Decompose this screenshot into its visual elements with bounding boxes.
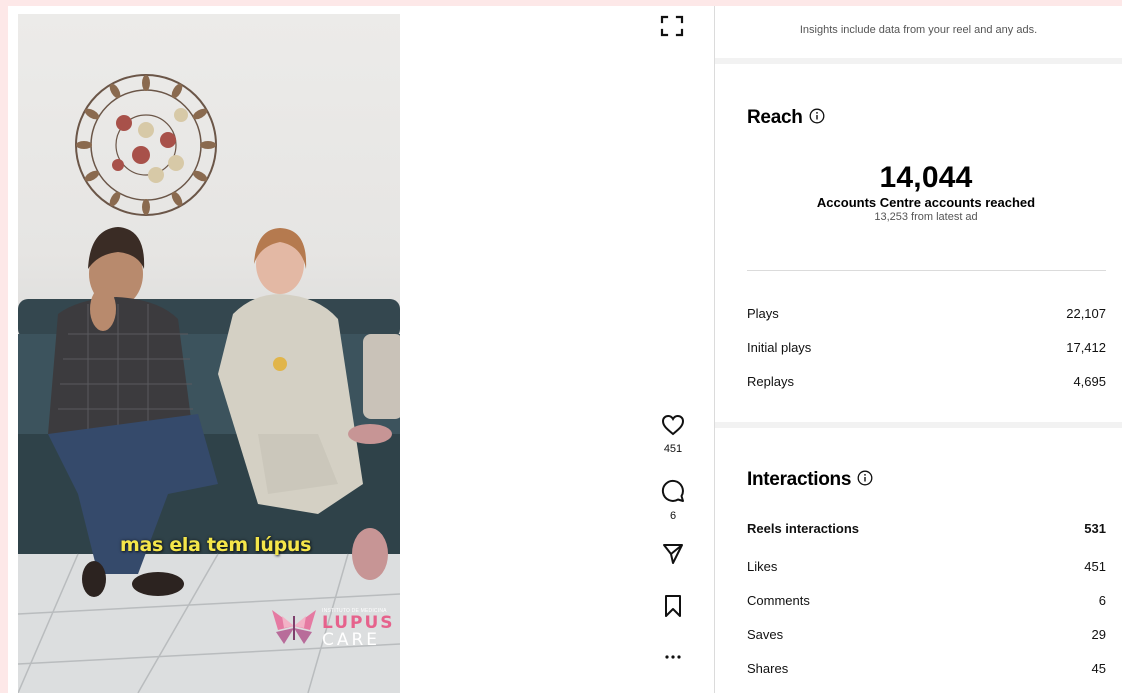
interactions-title-text: Interactions	[747, 469, 852, 490]
interactions-row-shares: Shares 45	[747, 661, 1106, 681]
info-icon[interactable]	[809, 108, 825, 124]
row-label: Plays	[747, 306, 779, 321]
row-value: 17,412	[1066, 340, 1106, 355]
row-value: 451	[1084, 559, 1106, 574]
more-icon[interactable]	[661, 650, 685, 664]
more-action[interactable]	[658, 650, 688, 669]
row-label: Likes	[747, 559, 778, 574]
share-action[interactable]	[658, 542, 688, 571]
reach-row-replays: Replays 4,695	[747, 374, 1106, 394]
row-value: 22,107	[1066, 306, 1106, 321]
reach-divider	[747, 270, 1106, 271]
section-separator	[715, 422, 1122, 428]
reel-video[interactable]: mas ela tem lúpus INSTITUTO DE MEDICINA …	[18, 14, 400, 693]
lupus-care-logo: INSTITUTO DE MEDICINA LUPUS CARE	[270, 606, 393, 658]
save-action[interactable]	[658, 594, 688, 623]
row-value: 29	[1091, 627, 1106, 642]
interactions-row-reels: Reels interactions 531	[747, 521, 1106, 541]
reach-total: 14,044	[879, 161, 973, 194]
reach-row-plays: Plays 22,107	[747, 306, 1106, 326]
reach-row-initial-plays: Initial plays 17,412	[747, 340, 1106, 360]
comment-action[interactable]: 6	[658, 479, 688, 522]
wall-decoration	[75, 74, 217, 216]
like-action[interactable]: 451	[658, 414, 688, 455]
comment-icon[interactable]	[661, 479, 685, 503]
brand-line2: CARE	[322, 630, 381, 650]
comment-count: 6	[669, 510, 677, 522]
insights-notice: Insights include data from your reel and…	[799, 24, 1038, 36]
row-value: 6	[1098, 593, 1106, 608]
interactions-section-title: Interactions	[747, 469, 873, 491]
row-label: Replays	[747, 374, 794, 389]
reach-title-text: Reach	[747, 107, 803, 128]
like-count: 451	[663, 443, 683, 455]
row-value: 4,695	[1073, 374, 1106, 389]
row-label: Reels interactions	[747, 521, 859, 536]
insights-panel: Insights include data from your reel and…	[715, 6, 1122, 693]
row-value: 45	[1091, 661, 1106, 676]
send-icon[interactable]	[661, 542, 685, 566]
expand-icon[interactable]	[660, 15, 684, 37]
section-separator	[715, 58, 1122, 64]
info-icon[interactable]	[857, 470, 873, 486]
row-label: Initial plays	[747, 340, 812, 355]
row-label: Comments	[747, 593, 810, 608]
row-value: 531	[1084, 521, 1106, 536]
reach-total-label: Accounts Centre accounts reached	[816, 195, 1036, 210]
row-label: Saves	[747, 627, 784, 642]
reach-section-title: Reach	[747, 107, 825, 129]
interactions-row-saves: Saves 29	[747, 627, 1106, 647]
reach-total-sub: 13,253 from latest ad	[874, 211, 978, 223]
interactions-row-likes: Likes 451	[747, 559, 1106, 579]
video-frame-illustration	[18, 74, 400, 693]
heart-icon[interactable]	[661, 414, 685, 436]
butterfly-icon	[272, 610, 316, 644]
row-label: Shares	[747, 661, 789, 676]
interactions-row-comments: Comments 6	[747, 593, 1106, 613]
bookmark-icon[interactable]	[661, 594, 685, 618]
video-caption: mas ela tem lúpus	[120, 534, 312, 556]
